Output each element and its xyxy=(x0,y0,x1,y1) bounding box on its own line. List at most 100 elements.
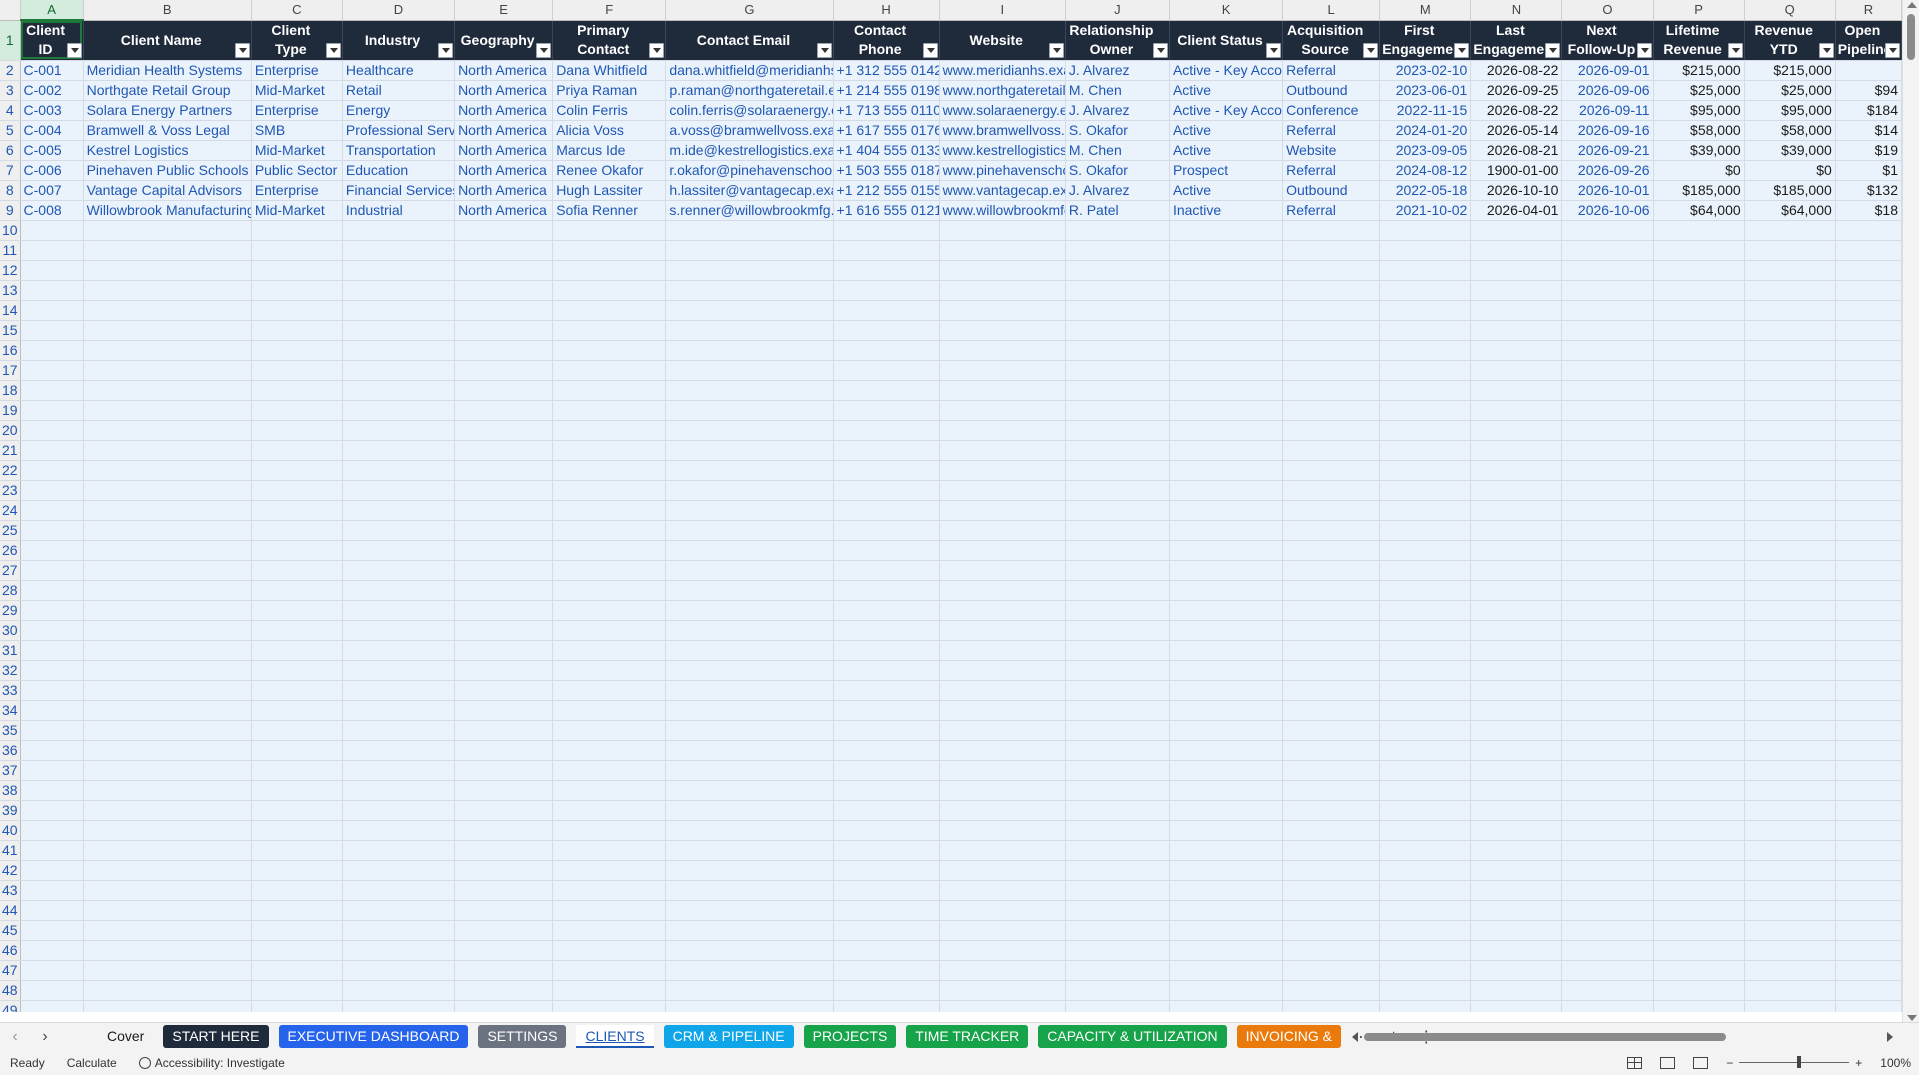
cell[interactable] xyxy=(665,500,834,521)
cell[interactable] xyxy=(1744,580,1836,601)
cell[interactable] xyxy=(454,700,554,721)
cell[interactable] xyxy=(20,720,84,741)
cell[interactable] xyxy=(250,840,343,861)
cell[interactable] xyxy=(833,720,940,741)
cell[interactable] xyxy=(20,660,84,681)
accessibility-button[interactable]: Accessibility: Investigate xyxy=(138,1056,285,1070)
cell[interactable] xyxy=(1835,440,1902,461)
cell[interactable] xyxy=(665,340,834,361)
cell[interactable]: 2023-02-10 xyxy=(1379,60,1472,81)
cell[interactable] xyxy=(1561,660,1654,681)
cell[interactable] xyxy=(454,480,554,501)
row-header[interactable]: 13 xyxy=(0,280,21,301)
cell[interactable] xyxy=(1653,700,1745,721)
cell[interactable] xyxy=(1653,280,1745,301)
cell[interactable] xyxy=(939,400,1066,421)
cell[interactable]: Mid-Market xyxy=(250,200,343,221)
cell[interactable] xyxy=(454,800,554,821)
cell[interactable]: North America xyxy=(454,120,554,141)
cell[interactable] xyxy=(1561,480,1654,501)
cell[interactable] xyxy=(1169,500,1284,521)
cell[interactable] xyxy=(833,480,940,501)
cell[interactable]: North America xyxy=(454,200,554,221)
cell[interactable]: C-006 xyxy=(20,160,84,181)
cell[interactable] xyxy=(83,260,252,281)
cell[interactable] xyxy=(20,460,84,481)
cell[interactable] xyxy=(1169,240,1284,261)
cell[interactable] xyxy=(342,740,456,761)
cell[interactable] xyxy=(1835,800,1902,821)
cell[interactable] xyxy=(20,920,84,941)
cell[interactable]: $185,000 xyxy=(1653,180,1745,201)
column-header[interactable]: F xyxy=(552,0,667,21)
cell[interactable] xyxy=(1065,840,1170,861)
zoom-slider[interactable]: − + xyxy=(1726,1056,1862,1070)
cell[interactable] xyxy=(83,880,252,901)
cell[interactable] xyxy=(665,520,834,541)
cell[interactable] xyxy=(833,700,940,721)
cell[interactable] xyxy=(1835,320,1902,341)
cell[interactable] xyxy=(939,980,1066,1001)
cell[interactable] xyxy=(1653,300,1745,321)
cell[interactable] xyxy=(939,360,1066,381)
cell[interactable] xyxy=(1169,600,1284,621)
cell[interactable] xyxy=(250,800,343,821)
cell[interactable]: Dana Whitfield xyxy=(552,60,667,81)
cell[interactable]: Active xyxy=(1169,120,1284,141)
cell[interactable] xyxy=(1282,280,1381,301)
cell[interactable] xyxy=(1065,780,1170,801)
cell[interactable]: C-002 xyxy=(20,80,84,101)
cell[interactable]: Solara Energy Partners xyxy=(83,100,252,121)
cell[interactable] xyxy=(83,840,252,861)
cell[interactable] xyxy=(342,500,456,521)
cell[interactable] xyxy=(342,240,456,261)
cell[interactable] xyxy=(1744,340,1836,361)
cell[interactable] xyxy=(250,900,343,921)
cell[interactable] xyxy=(20,480,84,501)
cell[interactable] xyxy=(552,980,667,1001)
cell[interactable] xyxy=(20,520,84,541)
row-header[interactable]: 38 xyxy=(0,780,21,801)
cell[interactable] xyxy=(1065,620,1170,641)
cell[interactable]: 2023-09-05 xyxy=(1379,140,1472,161)
cell[interactable] xyxy=(939,500,1066,521)
cell[interactable] xyxy=(83,320,252,341)
column-title-cell[interactable]: Relationship Owner xyxy=(1065,20,1170,61)
cell[interactable] xyxy=(1744,960,1836,981)
cell[interactable] xyxy=(250,820,343,841)
row-header[interactable]: 39 xyxy=(0,800,21,821)
cell[interactable] xyxy=(20,780,84,801)
cell[interactable]: $19 xyxy=(1835,140,1902,161)
sheet-tab[interactable]: Cover xyxy=(98,1025,153,1048)
cell[interactable] xyxy=(1744,520,1836,541)
cell[interactable] xyxy=(1835,520,1902,541)
cell[interactable] xyxy=(250,360,343,381)
column-header[interactable]: G xyxy=(665,0,834,21)
cell[interactable] xyxy=(1653,940,1745,961)
cell[interactable] xyxy=(833,400,940,421)
cell[interactable] xyxy=(1653,540,1745,561)
zoom-in-icon[interactable]: + xyxy=(1855,1056,1862,1070)
cell[interactable] xyxy=(939,220,1066,241)
column-header[interactable]: R xyxy=(1835,0,1902,21)
cell[interactable] xyxy=(454,460,554,481)
cell[interactable] xyxy=(83,460,252,481)
cell[interactable]: www.meridianhs.example xyxy=(939,60,1066,81)
cell[interactable] xyxy=(939,600,1066,621)
cell[interactable]: +1 212 555 0155 xyxy=(833,180,940,201)
cell[interactable] xyxy=(1744,660,1836,681)
cell[interactable] xyxy=(1744,220,1836,241)
cell[interactable] xyxy=(1561,340,1654,361)
row-header[interactable]: 43 xyxy=(0,880,21,901)
cell[interactable] xyxy=(1282,980,1381,1001)
cell[interactable] xyxy=(1065,580,1170,601)
cell[interactable] xyxy=(1561,280,1654,301)
cell[interactable] xyxy=(1065,680,1170,701)
cell[interactable] xyxy=(1470,740,1563,761)
cell[interactable] xyxy=(1379,840,1472,861)
cell[interactable] xyxy=(1470,220,1563,241)
cell[interactable] xyxy=(83,700,252,721)
cell[interactable] xyxy=(1561,240,1654,261)
cell[interactable] xyxy=(250,760,343,781)
cell[interactable] xyxy=(20,320,84,341)
